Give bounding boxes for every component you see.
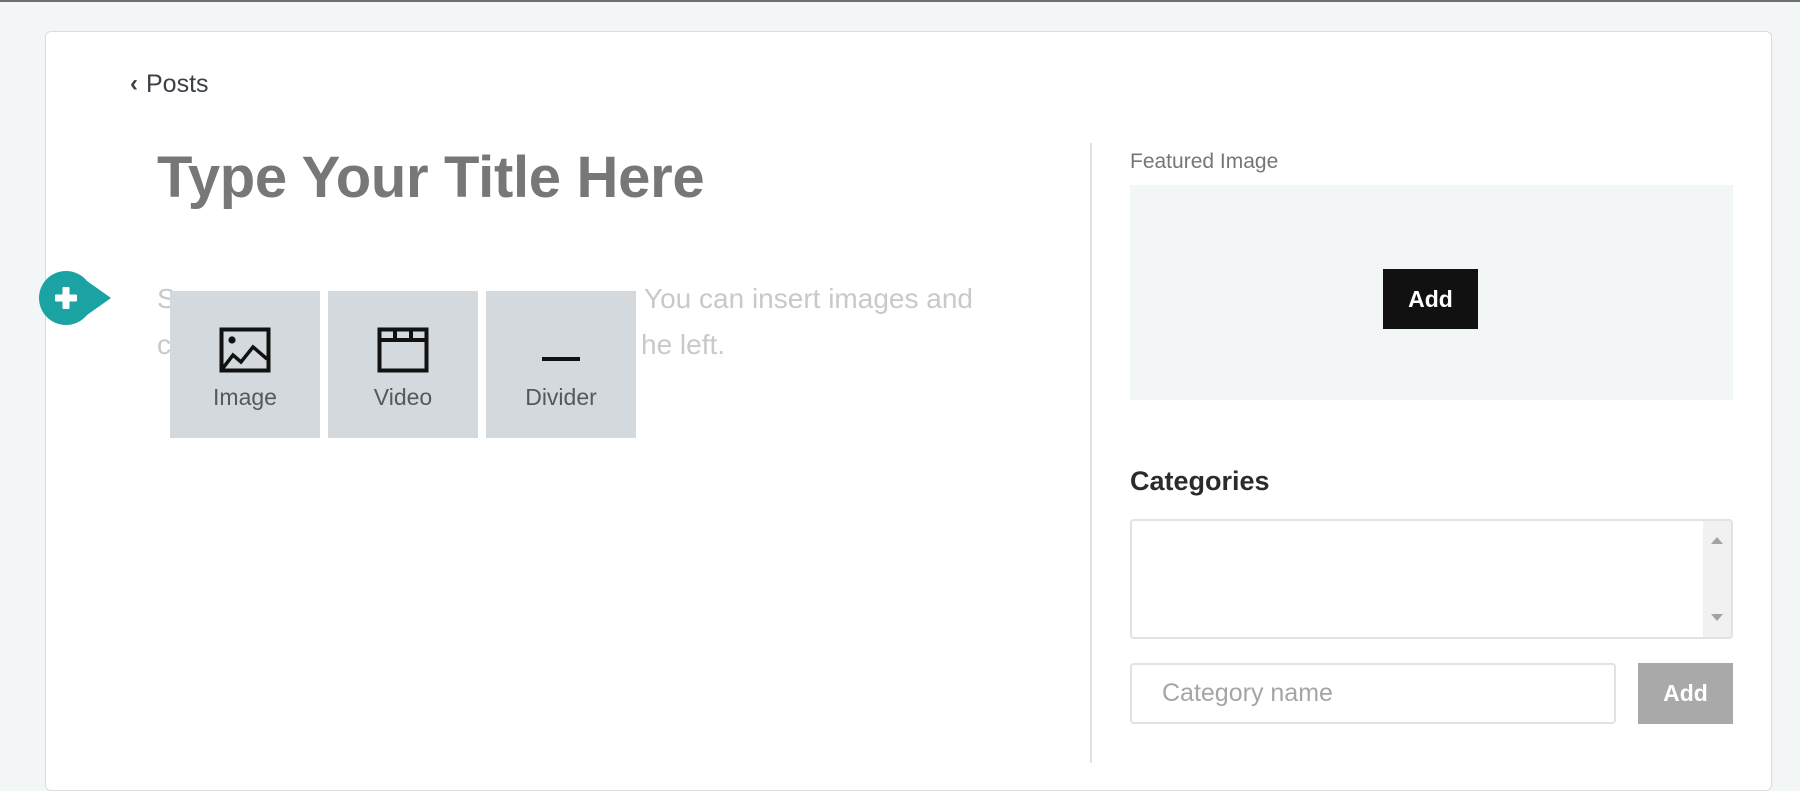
back-to-posts-link[interactable]: ‹ Posts (130, 70, 209, 99)
window-top-border (0, 0, 1800, 2)
divider-icon (542, 357, 580, 361)
insert-divider-label: Divider (525, 384, 597, 410)
body-text-line1-end: You can insert images and (644, 283, 973, 314)
category-name-input[interactable] (1130, 663, 1616, 724)
video-icon (377, 327, 429, 373)
insert-image-button[interactable]: Image (170, 291, 320, 438)
block-inserter-menu: Image Video Divider (170, 291, 636, 438)
categories-list[interactable] (1130, 519, 1733, 639)
insert-video-label: Video (373, 384, 433, 410)
insert-divider-button[interactable]: Divider (486, 291, 636, 438)
featured-image-label: Featured Image (1130, 150, 1279, 173)
column-divider (1090, 143, 1092, 763)
insert-video-button[interactable]: Video (328, 291, 478, 438)
scroll-up-arrow-icon[interactable] (1711, 537, 1723, 544)
categories-heading: Categories (1130, 466, 1270, 496)
body-text-line2-start: c (157, 329, 171, 360)
add-category-button[interactable]: Add (1638, 663, 1733, 724)
body-text-line2-end: he left. (641, 329, 726, 360)
scroll-down-arrow-icon[interactable] (1711, 614, 1723, 621)
insert-image-label: Image (213, 384, 277, 410)
plus-icon (39, 271, 111, 325)
chevron-left-icon: ‹ (130, 69, 138, 97)
add-block-button[interactable] (38, 270, 112, 326)
add-featured-image-button[interactable]: Add (1383, 269, 1478, 329)
categories-scrollbar[interactable] (1703, 521, 1731, 637)
back-link-label: Posts (146, 70, 209, 98)
post-title-input[interactable]: Type Your Title Here (157, 144, 705, 211)
image-icon (219, 327, 271, 373)
